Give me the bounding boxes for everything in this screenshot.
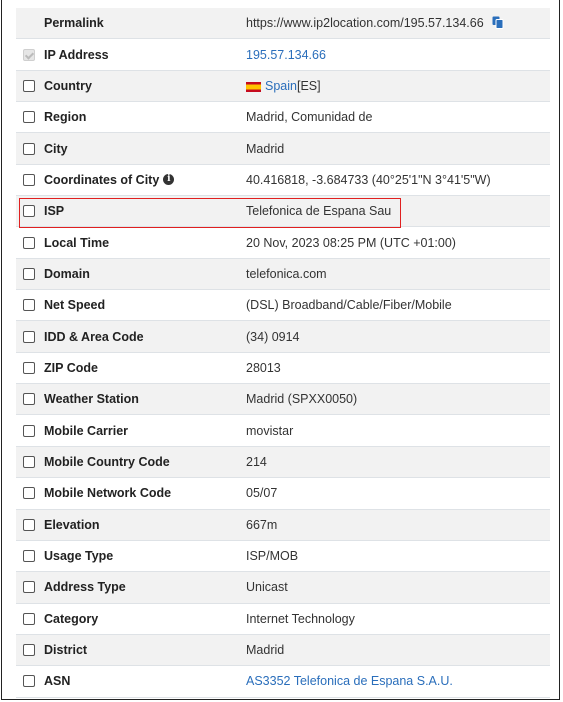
- row-usage-type: Usage Type ISP/MOB: [16, 541, 550, 573]
- net-speed-label: Net Speed: [44, 298, 106, 313]
- category-value: Internet Technology: [246, 611, 355, 626]
- row-address-type: Address Type Unicast: [16, 572, 550, 604]
- weather-station-label: Weather Station: [44, 392, 139, 407]
- domain-label: Domain: [44, 266, 90, 281]
- coordinates-checkbox[interactable]: [23, 173, 35, 186]
- row-zip-code: ZIP Code 28013: [16, 353, 550, 385]
- local-time-checkbox[interactable]: [23, 236, 35, 249]
- spain-flag-icon: [246, 81, 261, 92]
- isp-highlight-box: [19, 198, 401, 228]
- category-label: Category: [44, 611, 99, 626]
- row-mobile-country-code: Mobile Country Code 214: [16, 446, 550, 479]
- zip-code-label: ZIP Code: [44, 360, 98, 375]
- info-icon[interactable]: i: [163, 174, 175, 186]
- country-label: Country: [44, 78, 92, 93]
- address-type-checkbox[interactable]: [23, 581, 35, 594]
- address-type-value: Unicast: [246, 580, 288, 595]
- mobile-network-code-checkbox[interactable]: [23, 487, 35, 500]
- country-link[interactable]: Spain: [265, 79, 297, 93]
- permalink-value[interactable]: https://www.ip2location.com/195.57.134.6…: [246, 16, 484, 30]
- ip-address-link[interactable]: 195.57.134.66: [246, 39, 326, 69]
- row-city: City Madrid: [16, 133, 550, 165]
- elevation-checkbox[interactable]: [23, 518, 35, 531]
- ip-address-checkbox[interactable]: [23, 48, 35, 61]
- asn-link[interactable]: AS3352 Telefonica de Espana S.A.U.: [246, 666, 453, 696]
- district-value: Madrid: [246, 643, 285, 658]
- usage-type-checkbox[interactable]: [23, 550, 35, 563]
- mobile-country-code-label: Mobile Country Code: [44, 454, 170, 469]
- permalink-label: Permalink: [44, 16, 104, 31]
- ip-address-label: IP Address: [44, 47, 109, 62]
- ip-info-panel: Permalink https://www.ip2location.com/19…: [1, 0, 560, 700]
- region-label: Region: [44, 110, 87, 125]
- country-code: [ES]: [296, 78, 321, 93]
- net-speed-checkbox[interactable]: [23, 299, 35, 312]
- coordinates-value: 40.416818, -3.684733 (40°25'1"N 3°41'5"W…: [246, 172, 491, 187]
- mobile-carrier-value: movistar: [246, 423, 294, 438]
- mobile-country-code-checkbox[interactable]: [23, 455, 35, 468]
- zip-code-checkbox[interactable]: [23, 361, 35, 374]
- local-time-label: Local Time: [44, 235, 110, 250]
- row-region: Region Madrid, Comunidad de: [16, 102, 550, 134]
- row-domain: Domain telefonica.com: [16, 258, 550, 291]
- row-permalink: Permalink https://www.ip2location.com/19…: [16, 8, 550, 40]
- mobile-carrier-label: Mobile Carrier: [44, 423, 129, 438]
- row-mobile-network-code: Mobile Network Code 05/07: [16, 478, 550, 510]
- mobile-network-code-label: Mobile Network Code: [44, 486, 172, 501]
- row-ip-address: IP Address 195.57.134.66: [16, 39, 550, 71]
- copy-icon[interactable]: [492, 16, 506, 30]
- district-checkbox[interactable]: [23, 644, 35, 657]
- usage-type-label: Usage Type: [44, 549, 114, 564]
- city-label: City: [44, 141, 68, 156]
- row-elevation: Elevation 667m: [16, 509, 550, 541]
- country-checkbox[interactable]: [23, 79, 35, 92]
- row-asn: ASN AS3352 Telefonica de Espana S.A.U.: [16, 666, 550, 698]
- net-speed-value: (DSL) Broadband/Cable/Fiber/Mobile: [246, 298, 452, 313]
- city-value: Madrid: [246, 141, 285, 156]
- country-value-wrap: Spain [ES]: [246, 71, 321, 101]
- row-coordinates: Coordinates of City i 40.416818, -3.6847…: [16, 165, 550, 197]
- district-label: District: [44, 643, 88, 658]
- permalink-value-wrap: https://www.ip2location.com/195.57.134.6…: [246, 8, 506, 38]
- elevation-label: Elevation: [44, 517, 100, 532]
- asn-label: ASN: [44, 674, 71, 689]
- ip-details-table: Permalink https://www.ip2location.com/19…: [16, 8, 550, 698]
- domain-value: telefonica.com: [246, 266, 327, 281]
- city-checkbox[interactable]: [23, 142, 35, 155]
- coordinates-label-wrap: Coordinates of City i: [44, 165, 175, 195]
- row-mobile-carrier: Mobile Carrier movistar: [16, 415, 550, 447]
- row-net-speed: Net Speed (DSL) Broadband/Cable/Fiber/Mo…: [16, 290, 550, 322]
- row-weather-station: Weather Station Madrid (SPXX0050): [16, 384, 550, 416]
- local-time-value: 20 Nov, 2023 08:25 PM (UTC +01:00): [246, 235, 456, 250]
- mobile-network-code-value: 05/07: [246, 486, 278, 501]
- idd-area-code-checkbox[interactable]: [23, 330, 35, 343]
- region-checkbox[interactable]: [23, 111, 35, 124]
- mobile-country-code-value: 214: [246, 454, 267, 469]
- address-type-label: Address Type: [44, 580, 126, 595]
- row-district: District Madrid: [16, 634, 550, 667]
- weather-station-value: Madrid (SPXX0050): [246, 392, 358, 407]
- domain-checkbox[interactable]: [23, 267, 35, 280]
- elevation-value: 667m: [246, 517, 278, 532]
- idd-area-code-value: (34) 0914: [246, 329, 300, 344]
- region-value: Madrid, Comunidad de: [246, 110, 373, 125]
- usage-type-value: ISP/MOB: [246, 549, 299, 564]
- coordinates-label: Coordinates of City: [44, 172, 160, 187]
- weather-station-checkbox[interactable]: [23, 393, 35, 406]
- mobile-carrier-checkbox[interactable]: [23, 424, 35, 437]
- category-checkbox[interactable]: [23, 612, 35, 625]
- zip-code-value: 28013: [246, 360, 281, 375]
- row-idd-area-code: IDD & Area Code (34) 0914: [16, 321, 550, 353]
- row-category: Category Internet Technology: [16, 604, 550, 635]
- row-country: Country Spain [ES]: [16, 70, 550, 103]
- idd-area-code-label: IDD & Area Code: [44, 329, 144, 344]
- row-local-time: Local Time 20 Nov, 2023 08:25 PM (UTC +0…: [16, 227, 550, 259]
- asn-checkbox[interactable]: [23, 675, 35, 688]
